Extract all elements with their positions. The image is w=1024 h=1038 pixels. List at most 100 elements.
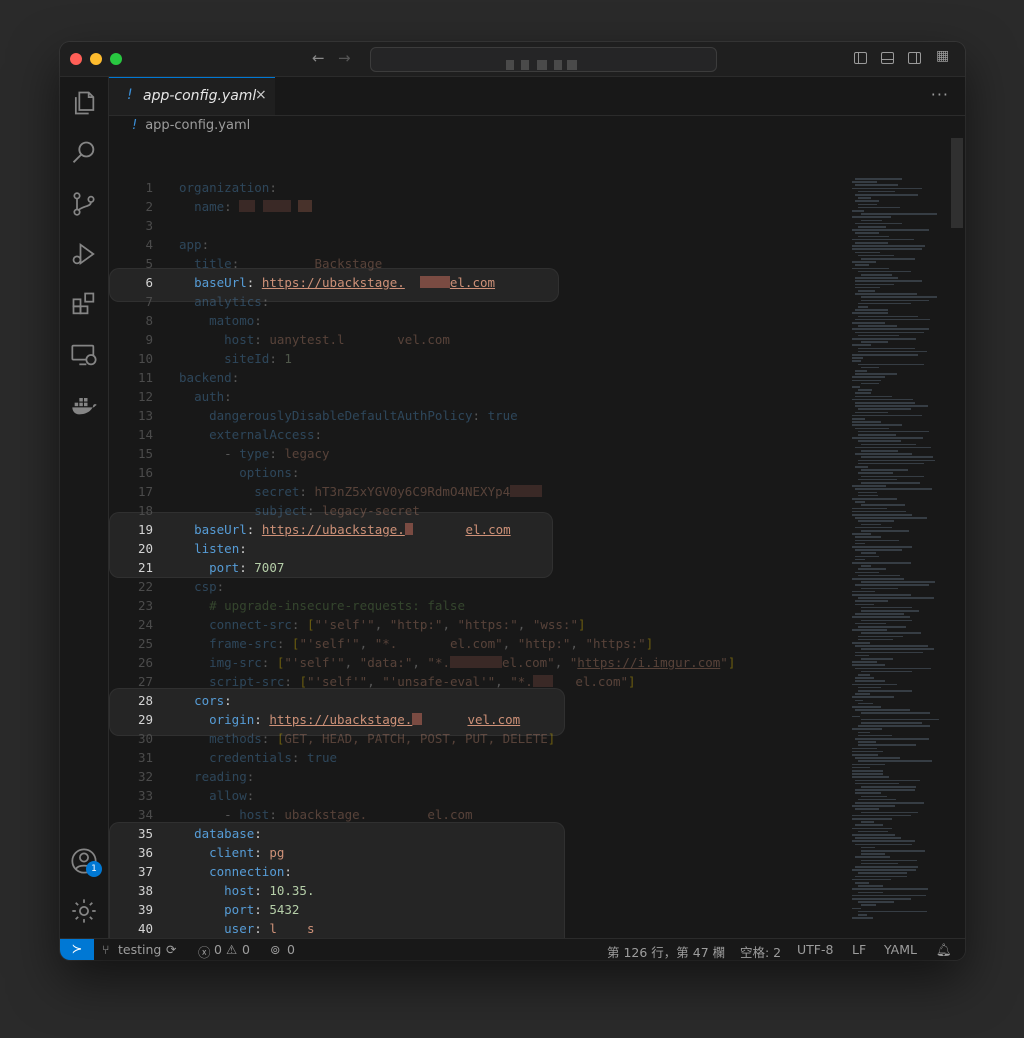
minimap-line: [861, 850, 925, 852]
code-line[interactable]: 11 backend:: [109, 368, 849, 387]
code-line[interactable]: 20 listen:: [109, 539, 849, 558]
minimap-line: [861, 648, 934, 650]
run-debug-icon[interactable]: [70, 240, 98, 268]
minimap-line: [858, 389, 873, 391]
code-line[interactable]: 14 externalAccess:: [109, 425, 849, 444]
code-line[interactable]: 34 - host: ubackstage. el.com: [109, 805, 849, 824]
encoding[interactable]: UTF-8: [797, 942, 833, 957]
zoom-window-button[interactable]: [110, 53, 122, 65]
redacted-text: [506, 60, 514, 70]
warning-count[interactable]: 0: [242, 942, 250, 957]
code-line[interactable]: 16 options:: [109, 463, 849, 482]
sync-icon[interactable]: ⟳: [166, 942, 176, 957]
error-count[interactable]: 0: [214, 942, 222, 957]
toggle-secondary-sidebar-icon[interactable]: [908, 52, 921, 64]
toggle-primary-sidebar-icon[interactable]: [854, 52, 867, 64]
minimap-line: [852, 344, 871, 346]
cursor-position[interactable]: 第 126 行，第 47 欄: [607, 942, 725, 960]
code-line[interactable]: 8 matomo:: [109, 311, 849, 330]
code-line[interactable]: 32 reading:: [109, 767, 849, 786]
code-line[interactable]: 39 port: 5432: [109, 900, 849, 919]
code-line[interactable]: 18 subject: legacy-secret: [109, 501, 849, 520]
docker-icon[interactable]: [70, 391, 98, 419]
code-line[interactable]: 40 user: l s: [109, 919, 849, 938]
language-mode[interactable]: YAML: [884, 942, 917, 957]
end-of-line[interactable]: LF: [852, 942, 866, 957]
code-line[interactable]: 33 allow:: [109, 786, 849, 805]
code-line[interactable]: 28 cors:: [109, 691, 849, 710]
code-line[interactable]: 35 database:: [109, 824, 849, 843]
ports-count[interactable]: 0: [287, 942, 295, 957]
code-line[interactable]: 1 organization:: [109, 178, 849, 197]
explorer-icon[interactable]: [70, 89, 98, 117]
code-line[interactable]: 38 host: 10.35.: [109, 881, 849, 900]
code-line[interactable]: 27 script-src: ["'self'", "'unsafe-eval'…: [109, 672, 849, 691]
code-line[interactable]: 4 app:: [109, 235, 849, 254]
tab-app-config[interactable]: ! app-config.yaml ×: [109, 77, 275, 115]
minimap-line: [861, 456, 934, 458]
back-arrow-icon[interactable]: ←: [312, 49, 325, 67]
remote-indicator-icon[interactable]: ≻: [60, 939, 94, 960]
code-line[interactable]: 5 title: Backstage: [109, 254, 849, 273]
code-line[interactable]: 36 client: pg: [109, 843, 849, 862]
close-window-button[interactable]: [70, 53, 82, 65]
code-line[interactable]: 24 connect-src: ["'self'", "http:", "htt…: [109, 615, 849, 634]
notifications-bell-icon[interactable]: 🔔︎: [936, 942, 952, 958]
code-text: dangerouslyDisableDefaultAuthPolicy: tru…: [209, 408, 518, 423]
code-line[interactable]: 13 dangerouslyDisableDefaultAuthPolicy: …: [109, 406, 849, 425]
toggle-panel-icon[interactable]: [881, 52, 894, 64]
code-line[interactable]: 25 frame-src: ["'self'", "*. el.com", "h…: [109, 634, 849, 653]
minimap-line: [852, 546, 912, 548]
minimap[interactable]: [850, 138, 945, 919]
code-line[interactable]: 26 img-src: ["'self'", "data:", "*. el.co…: [109, 653, 849, 672]
more-actions-icon[interactable]: ···: [931, 85, 949, 104]
minimize-window-button[interactable]: [90, 53, 102, 65]
minimap-line: [861, 632, 922, 634]
minimap-line: [858, 574, 901, 577]
minimap-line: [855, 200, 880, 202]
error-icon[interactable]: ⓧ: [198, 942, 211, 960]
code-text: title: Backstage: [194, 256, 383, 271]
minimap-line: [861, 296, 937, 298]
code-line[interactable]: 22 csp:: [109, 577, 849, 596]
extensions-icon[interactable]: [70, 290, 98, 318]
activity-bar: 1: [60, 77, 109, 938]
search-icon[interactable]: [70, 139, 98, 167]
vertical-scrollbar[interactable]: [951, 138, 963, 228]
indentation[interactable]: 空格: 2: [740, 942, 781, 960]
code-editor[interactable]: 1 organization: 2 name: 3 4 app: 5 title: Bac…: [109, 138, 965, 938]
minimap-line: [855, 280, 922, 282]
code-line[interactable]: 15 - type: legacy: [109, 444, 849, 463]
settings-gear-icon[interactable]: [70, 897, 98, 925]
code-line[interactable]: 10 siteId: 1: [109, 349, 849, 368]
warning-icon[interactable]: ⚠: [226, 942, 237, 957]
branch-icon[interactable]: ⑂: [102, 942, 110, 957]
breadcrumb[interactable]: ! app-config.yaml: [132, 118, 250, 138]
minimap-line: [852, 776, 889, 778]
code-line[interactable]: 21 port: 7007: [109, 558, 849, 577]
code-text: # upgrade-insecure-requests: false: [209, 598, 465, 613]
code-line[interactable]: 7 analytics:: [109, 292, 849, 311]
code-line[interactable]: 30 methods: [GET, HEAD, PATCH, POST, PUT…: [109, 729, 849, 748]
code-line[interactable]: 3: [109, 216, 849, 235]
close-tab-icon[interactable]: ×: [255, 87, 267, 103]
customize-layout-icon[interactable]: [936, 48, 949, 64]
code-line[interactable]: 6 baseUrl: https://ubackstage. el.com: [109, 273, 849, 292]
code-line[interactable]: 23 # upgrade-insecure-requests: false: [109, 596, 849, 615]
line-number: 8: [145, 313, 153, 328]
branch-name[interactable]: testing: [118, 942, 161, 957]
ports-icon[interactable]: ⊚: [270, 942, 280, 957]
minimap-line: [855, 264, 870, 266]
remote-explorer-icon[interactable]: [70, 341, 98, 369]
code-line[interactable]: 2 name:: [109, 197, 849, 216]
code-line[interactable]: 17 secret: hT3nZ5xYGV0y6C9RdmO4NEXYp4: [109, 482, 849, 501]
command-center-search[interactable]: [370, 47, 717, 72]
code-line[interactable]: 9 host: uanytest.l vel.com: [109, 330, 849, 349]
code-line[interactable]: 29 origin: https://ubackstage. vel.com: [109, 710, 849, 729]
code-line[interactable]: 37 connection:: [109, 862, 849, 881]
forward-arrow-icon[interactable]: →: [338, 49, 351, 67]
source-control-icon[interactable]: [70, 190, 98, 218]
code-line[interactable]: 19 baseUrl: https://ubackstage. el.com: [109, 520, 849, 539]
code-line[interactable]: 12 auth:: [109, 387, 849, 406]
code-line[interactable]: 31 credentials: true: [109, 748, 849, 767]
